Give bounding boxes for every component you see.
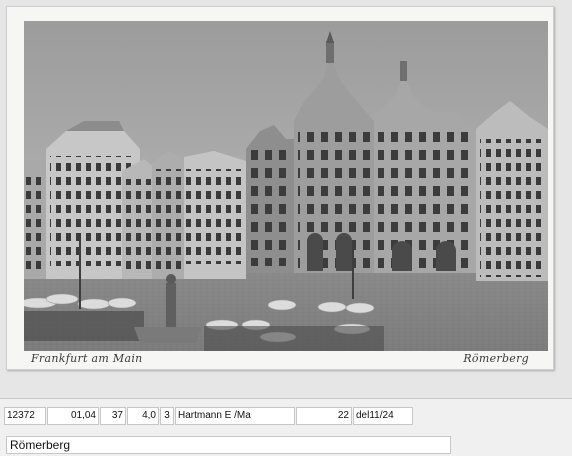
record-publisher-field[interactable]: Hartmann E /Ma xyxy=(175,407,295,425)
record-number-field-2[interactable]: 4,0 xyxy=(127,407,159,425)
record-number-field-1[interactable]: 37 xyxy=(100,407,126,425)
record-deleted-field[interactable]: del11/24 xyxy=(353,407,413,425)
postcard-caption-city: Frankfurt am Main xyxy=(31,352,143,365)
scan-area: Frankfurt am Main Römerberg xyxy=(0,0,572,398)
postcard: Frankfurt am Main Römerberg xyxy=(6,6,554,370)
roemerberg-photo-illustration xyxy=(24,21,548,351)
record-bar: 12372 01,04 37 4,0 3 Hartmann E /Ma 22 d… xyxy=(0,398,572,456)
record-date-field[interactable]: 01,04 xyxy=(47,407,99,425)
record-id-field[interactable]: 12372 xyxy=(4,407,46,425)
record-title-field[interactable]: Römerberg xyxy=(6,436,451,454)
record-number-field-3[interactable]: 3 xyxy=(160,407,174,425)
postcard-caption-place: Römerberg xyxy=(463,352,529,365)
record-fields-row: 12372 01,04 37 4,0 3 Hartmann E /Ma 22 d… xyxy=(4,407,414,425)
postcard-photo xyxy=(24,21,548,351)
record-number-field-4[interactable]: 22 xyxy=(296,407,352,425)
